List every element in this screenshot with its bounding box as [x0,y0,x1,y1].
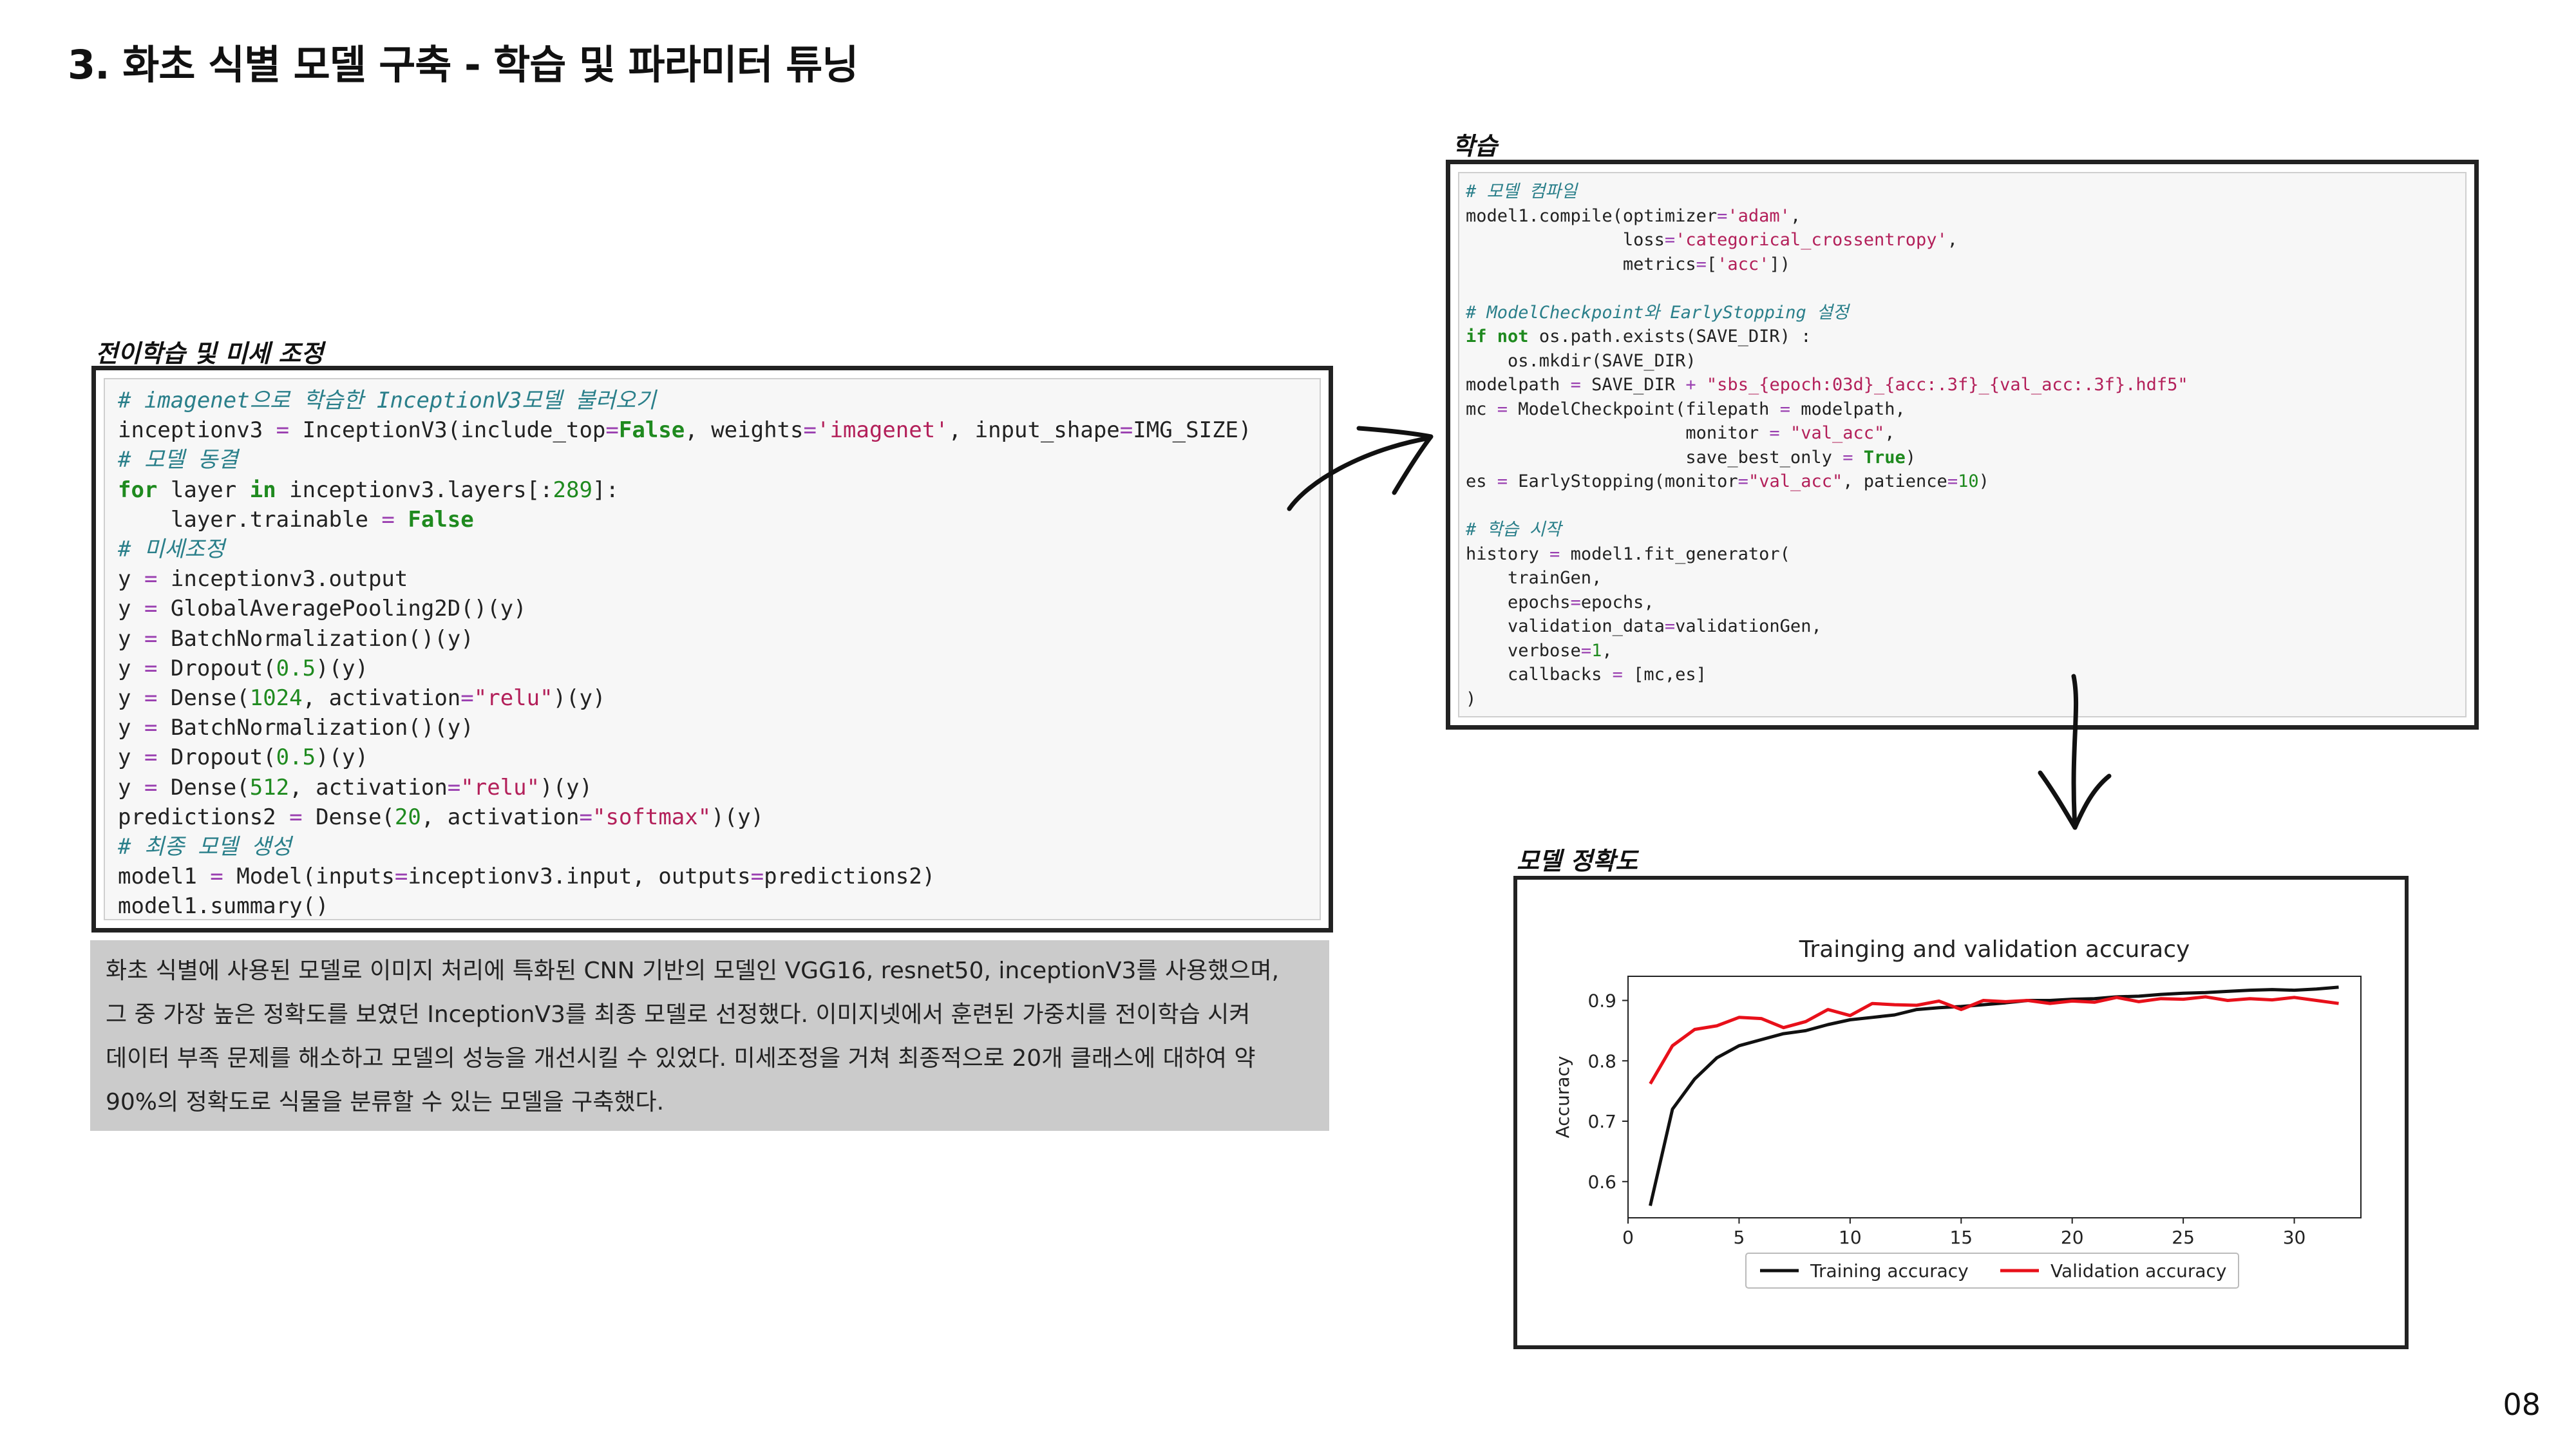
plot-frame [1627,976,2362,1218]
transfer-code-panel: # imagenet으로 학습한 InceptionV3모델 불러오기 incep… [91,366,1333,933]
transfer-code-line: layer.trainable = False [118,506,474,533]
x-tick-label: 10 [1839,1227,1862,1248]
training-code-line: os.mkdir(SAVE_DIR) [1466,350,1696,371]
transfer-code-line: y = BatchNormalization()(y) [118,625,474,652]
transfer-code: # imagenet으로 학습한 InceptionV3모델 불러오기 incep… [118,386,1252,922]
training-code-line: if not os.path.exists(SAVE_DIR) : [1466,327,1812,346]
transfer-code-line: y = Dropout(0.5)(y) [118,655,368,681]
transfer-code-line: y = BatchNormalization()(y) [118,715,474,741]
y-tick-label: 0.9 [1587,990,1616,1012]
training-code-line: verbose=1, [1466,640,1613,661]
training-code-line: # 학습 시작 [1466,520,1562,540]
legend-label: Training accuracy [1810,1260,1969,1282]
transfer-code-line: y = Dense(512, activation="relu")(y) [118,774,592,800]
training-code-line: epochs=epochs, [1466,592,1654,612]
x-tick-label: 5 [1734,1227,1745,1248]
description-line: 90%의 정확도로 식물을 분류할 수 있는 모델을 구축했다. [106,1089,665,1115]
description-line: 데이터 부족 문제를 해소하고 모델의 성능을 개선시킬 수 있었다. 미세조정… [106,1045,1256,1072]
transfer-code-line: y = Dropout(0.5)(y) [118,744,368,771]
transfer-code-line: # 최종 모델 생성 [118,834,292,860]
training-code: # 모델 컴파일 model1.compile(optimizer='adam',… [1466,180,2188,711]
training-section-label: 학습 [1452,132,1497,160]
x-tick-label: 0 [1622,1227,1634,1248]
training-code-line: save_best_only = True) [1466,447,1917,468]
accuracy-chart: Trainging and validation accuracy 0 5 10 15 2… [1552,936,2362,1289]
training-code-line: metrics=['acc']) [1466,254,1790,274]
training-code-line: history = model1.fit_generator( [1466,544,1790,564]
transfer-code-line: y = Dense(1024, activation="relu")(y) [118,685,606,712]
training-code-line: # ModelCheckpoint와 EarlyStopping 설정 [1466,302,1849,323]
training-code-panel: # 모델 컴파일 model1.compile(optimizer='adam',… [1446,160,2479,730]
transfer-code-area: # imagenet으로 학습한 InceptionV3모델 불러오기 incep… [104,378,1321,920]
legend-label: Validation accuracy [2050,1260,2227,1282]
page-title: 3. 화초 식별 모델 구축 - 학습 및 파라미터 튜닝 [68,41,858,88]
transfer-code-line: # 모델 동결 [118,447,238,473]
x-tick-label: 25 [2172,1227,2195,1248]
accuracy-section-label: 모델 정확도 [1517,847,1638,875]
training-code-area: # 모델 컴파일 model1.compile(optimizer='adam',… [1458,172,2467,717]
transfer-code-line: # imagenet으로 학습한 InceptionV3모델 불러오기 [118,388,656,413]
accuracy-chart-panel: Trainging and validation accuracy 0 5 10 15 2… [1513,876,2409,1349]
training-code-line: ​ [1466,494,2188,518]
transfer-code-line: predictions2 = Dense(20, activation="sof… [118,804,764,830]
chart-title: Trainging and validation accuracy [1799,936,2190,963]
hand-drawn-arrow-right-icon [1287,426,1434,511]
transfer-code-line: model1.summary() [118,893,329,920]
description-box: 화초 식별에 사용된 모델로 이미지 처리에 특화된 CNN 기반의 모델인 V… [90,940,1329,1131]
y-tick-label: 0.8 [1587,1050,1616,1072]
training-code-line: loss='categorical_crossentropy', [1466,230,1958,250]
transfer-code-line: y = GlobalAveragePooling2D()(y) [118,596,527,622]
y-tick-label: 0.6 [1587,1171,1616,1193]
series-line-training [1649,985,2339,1206]
x-tick-label: 30 [2283,1227,2306,1248]
transfer-section-label: 전이학습 및 미세 조정 [95,339,324,368]
hand-drawn-arrow-down-icon [2038,674,2112,830]
description-line: 그 중 가장 높은 정확도를 보였던 InceptionV3를 최종 모델로 선… [106,1001,1251,1028]
training-code-line: model1.compile(optimizer='adam', [1466,205,1801,226]
training-code-line: trainGen, [1466,568,1602,588]
training-code-line: validation_data=validationGen, [1466,616,1822,636]
transfer-code-line: for layer in inceptionv3.layers[:289]: [118,477,619,503]
x-tick-label: 15 [1949,1227,1973,1248]
page-number: 08 [2503,1387,2541,1422]
y-axis-label: Accuracy [1552,1056,1573,1139]
training-code-line: ​ [1466,276,2188,301]
y-tick-label: 0.7 [1587,1111,1616,1132]
x-tick-label: 20 [2061,1227,2084,1248]
transfer-code-line: inceptionv3 = InceptionV3(include_top=Fa… [118,417,1252,444]
training-code-line: es = EarlyStopping(monitor="val_acc", pa… [1466,471,1989,491]
transfer-code-line: # 미세조정 [118,536,225,563]
training-code-line: modelpath = SAVE_DIR + "sbs_{epoch:03d}_… [1466,375,2188,395]
training-code-line: mc = ModelCheckpoint(filepath = modelpat… [1466,399,1906,419]
training-code-line: # 모델 컴파일 [1466,182,1577,202]
transfer-code-line: y = inceptionv3.output [118,566,408,592]
transfer-code-line: model1 = Model(inputs=inceptionv3.input,… [118,864,936,890]
training-code-line: monitor = "val_acc", [1466,423,1895,443]
description-line: 화초 식별에 사용된 모델로 이미지 처리에 특화된 CNN 기반의 모델인 V… [106,958,1280,984]
